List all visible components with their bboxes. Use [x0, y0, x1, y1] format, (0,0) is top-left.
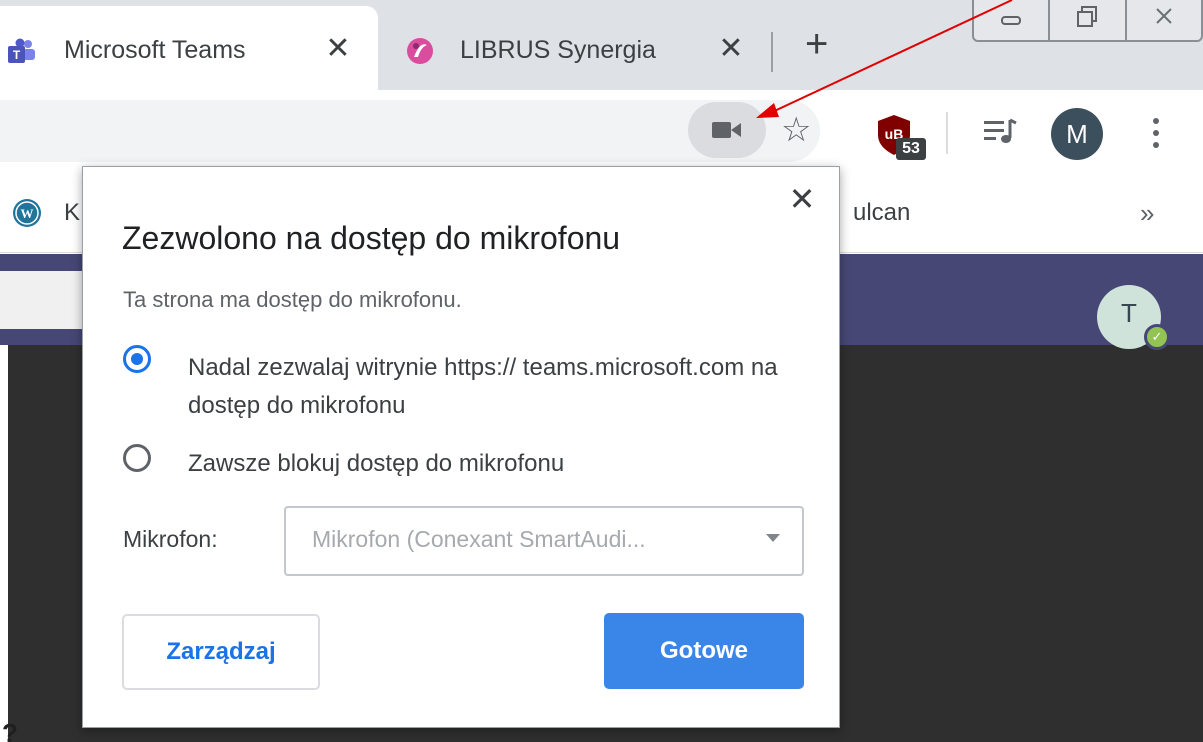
- wordpress-icon[interactable]: W: [12, 198, 42, 228]
- teams-left-edge: [0, 345, 8, 742]
- microphone-select-value: Mikrofon (Conexant SmartAudi...: [312, 526, 646, 552]
- dialog-title: Zezwolono na dostęp do mikrofonu: [122, 220, 621, 256]
- librus-logo-icon: [407, 38, 433, 64]
- profile-avatar[interactable]: M: [1051, 108, 1103, 160]
- tab-title: Microsoft Teams: [64, 36, 246, 64]
- bookmark-item[interactable]: K: [64, 199, 80, 227]
- done-button[interactable]: Gotowe: [604, 613, 804, 689]
- allow-radio[interactable]: [123, 345, 151, 373]
- chevron-down-icon: [766, 534, 780, 542]
- microphone-label: Mikrofon:: [123, 526, 218, 552]
- tab-close-icon[interactable]: ✕: [714, 32, 748, 66]
- teams-logo-icon: T: [8, 38, 35, 63]
- tab-separator: [771, 32, 773, 72]
- bookmarks-overflow-icon[interactable]: »: [1140, 198, 1154, 229]
- tab-microsoft-teams[interactable]: T Microsoft Teams ✕: [0, 6, 378, 90]
- browser-window: T Microsoft Teams ✕ LIBRUS Synergia ✕ +: [0, 0, 1203, 742]
- tab-title: LIBRUS Synergia: [460, 36, 656, 64]
- new-tab-button[interactable]: +: [805, 22, 828, 66]
- manage-button[interactable]: Zarządzaj: [122, 614, 320, 690]
- block-option-label[interactable]: Zawsze blokuj dostęp do mikrofonu: [188, 450, 564, 478]
- close-window-button[interactable]: [1127, 0, 1201, 40]
- tab-librus-synergia[interactable]: LIBRUS Synergia ✕: [380, 6, 770, 90]
- svg-text:W: W: [21, 206, 34, 221]
- available-status-icon: ✓: [1144, 324, 1170, 350]
- dialog-description: Ta strona ma dostęp do mikrofonu.: [123, 287, 462, 312]
- svg-text:T: T: [13, 48, 21, 62]
- ublock-badge: 53: [896, 138, 926, 160]
- toolbar-separator: [946, 112, 948, 154]
- page-fragment: ?: [2, 718, 18, 742]
- allow-option-label[interactable]: Nadal zezwalaj witrynie https:// teams.m…: [188, 349, 808, 425]
- bookmark-item[interactable]: ulcan: [853, 199, 910, 227]
- minimize-icon: [1001, 16, 1022, 25]
- restore-button[interactable]: [1050, 0, 1127, 40]
- restore-icon: [1077, 6, 1098, 27]
- close-icon: [1156, 8, 1172, 24]
- toolbar: [0, 90, 1203, 175]
- window-controls: [972, 0, 1203, 42]
- camera-permission-button[interactable]: [688, 102, 766, 158]
- dialog-close-icon[interactable]: ✕: [785, 182, 819, 216]
- tab-close-icon[interactable]: ✕: [321, 32, 355, 66]
- minimize-button[interactable]: [974, 0, 1051, 40]
- bookmark-star-icon[interactable]: ☆: [781, 110, 811, 150]
- video-camera-icon: [712, 122, 741, 138]
- menu-kebab-icon[interactable]: [1146, 118, 1166, 156]
- media-control-icon[interactable]: [980, 112, 1020, 152]
- block-radio[interactable]: [123, 444, 151, 472]
